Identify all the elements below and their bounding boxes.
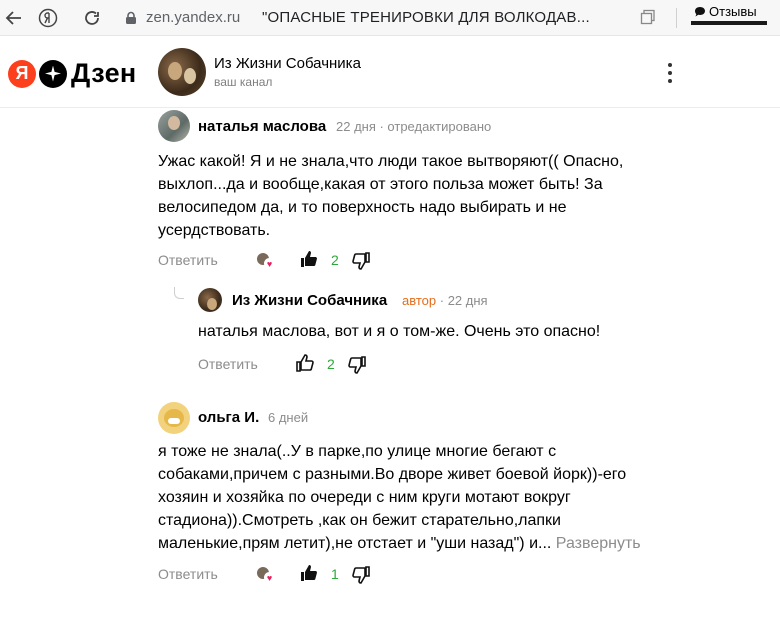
channel-subtitle: ваш канал: [214, 75, 273, 89]
comment-meta: 22 дня · отредактировано: [336, 119, 492, 134]
channel-avatar[interactable]: [158, 48, 206, 96]
comment-line: хозяин и хозяйка по очереди с ним круги …: [158, 489, 571, 506]
reviews-button[interactable]: Отзывы: [694, 4, 757, 19]
reply-button[interactable]: Ответить: [158, 566, 218, 582]
reply-button[interactable]: Ответить: [158, 252, 218, 268]
reload-icon[interactable]: [80, 6, 104, 30]
lock-icon: [126, 11, 136, 24]
comment-author[interactable]: ольга И.: [198, 409, 259, 426]
comment-meta: 6 дней: [268, 410, 309, 425]
comment-date: · 22 дня: [439, 293, 488, 308]
thumb-down-icon[interactable]: [352, 252, 370, 270]
comment-text: Ужас какой! Я и не знала,что люди такое …: [158, 150, 658, 242]
browser-toolbar: zen.yandex.ru "ОПАСНЫЕ ТРЕНИРОВКИ ДЛЯ ВО…: [0, 0, 780, 36]
avatar[interactable]: [158, 402, 190, 434]
reactions-avatars[interactable]: ♥: [256, 566, 278, 584]
comment-line: выхлоп...да и вообще,какая от этого поль…: [158, 176, 603, 193]
comment-line: я тоже не знала(..У в парке,по улице мно…: [158, 443, 557, 460]
comment-author[interactable]: наталья маслова: [198, 118, 326, 135]
yandex-logo-icon: Я: [8, 59, 36, 88]
thumb-down-icon[interactable]: [352, 566, 370, 584]
comment-author[interactable]: Из Жизни Собачника: [232, 292, 387, 309]
back-arrow-icon[interactable]: [2, 6, 26, 30]
comment-line: маленькие,прям летит),не отстает и "уши …: [158, 535, 552, 552]
tabs-icon[interactable]: [640, 9, 656, 25]
toolbar-divider: [676, 8, 677, 28]
comment-line: Ужас какой! Я и не знала,что люди такое …: [158, 153, 624, 170]
like-count: 2: [331, 252, 339, 268]
comment-line: велосипедом да, и то поверхность надо вы…: [158, 199, 567, 216]
thumb-up-icon[interactable]: [300, 564, 318, 582]
reviews-underline: [691, 21, 767, 25]
expand-link[interactable]: Развернуть: [556, 535, 641, 552]
reply-button[interactable]: Ответить: [198, 356, 258, 372]
author-tag: автор: [402, 293, 437, 308]
thumb-up-icon[interactable]: [296, 354, 314, 372]
reviews-label: Отзывы: [709, 4, 757, 19]
channel-header: Я Дзен Из Жизни Собачника ваш канал: [0, 36, 780, 108]
comment-text: наталья маслова, вот и я о том-же. Очень…: [198, 323, 601, 340]
speech-bubble-icon: [695, 6, 705, 16]
dzen-logo[interactable]: Я Дзен: [8, 58, 137, 89]
yandex-home-icon[interactable]: [36, 6, 60, 30]
comment-meta: автор · 22 дня: [402, 293, 488, 308]
like-count: 2: [327, 356, 335, 372]
avatar[interactable]: [158, 110, 190, 142]
like-count: 1: [331, 566, 339, 582]
channel-name[interactable]: Из Жизни Собачника: [214, 55, 361, 72]
comment-line: собаками,причем с разными.Во дворе живет…: [158, 466, 627, 483]
zen-star-icon: [39, 59, 67, 88]
thread-connector: [174, 287, 184, 299]
page-title[interactable]: "ОПАСНЫЕ ТРЕНИРОВКИ ДЛЯ ВОЛКОДАВ...: [262, 9, 590, 26]
logo-text: Дзен: [71, 58, 137, 88]
more-menu-icon[interactable]: [660, 61, 680, 85]
avatar[interactable]: [198, 288, 222, 312]
comment-line: усердствовать.: [158, 222, 271, 239]
comment-text: я тоже не знала(..У в парке,по улице мно…: [158, 440, 658, 555]
comment-line-last: маленькие,прям летит),не отстает и "уши …: [158, 532, 658, 555]
thumb-down-icon[interactable]: [348, 356, 366, 374]
thumb-up-icon[interactable]: [300, 250, 318, 268]
url-domain[interactable]: zen.yandex.ru: [146, 9, 240, 26]
comment-line: стадиона)).Смотреть ,как он бежит старат…: [158, 512, 561, 529]
reactions-avatars[interactable]: ♥: [256, 252, 278, 270]
